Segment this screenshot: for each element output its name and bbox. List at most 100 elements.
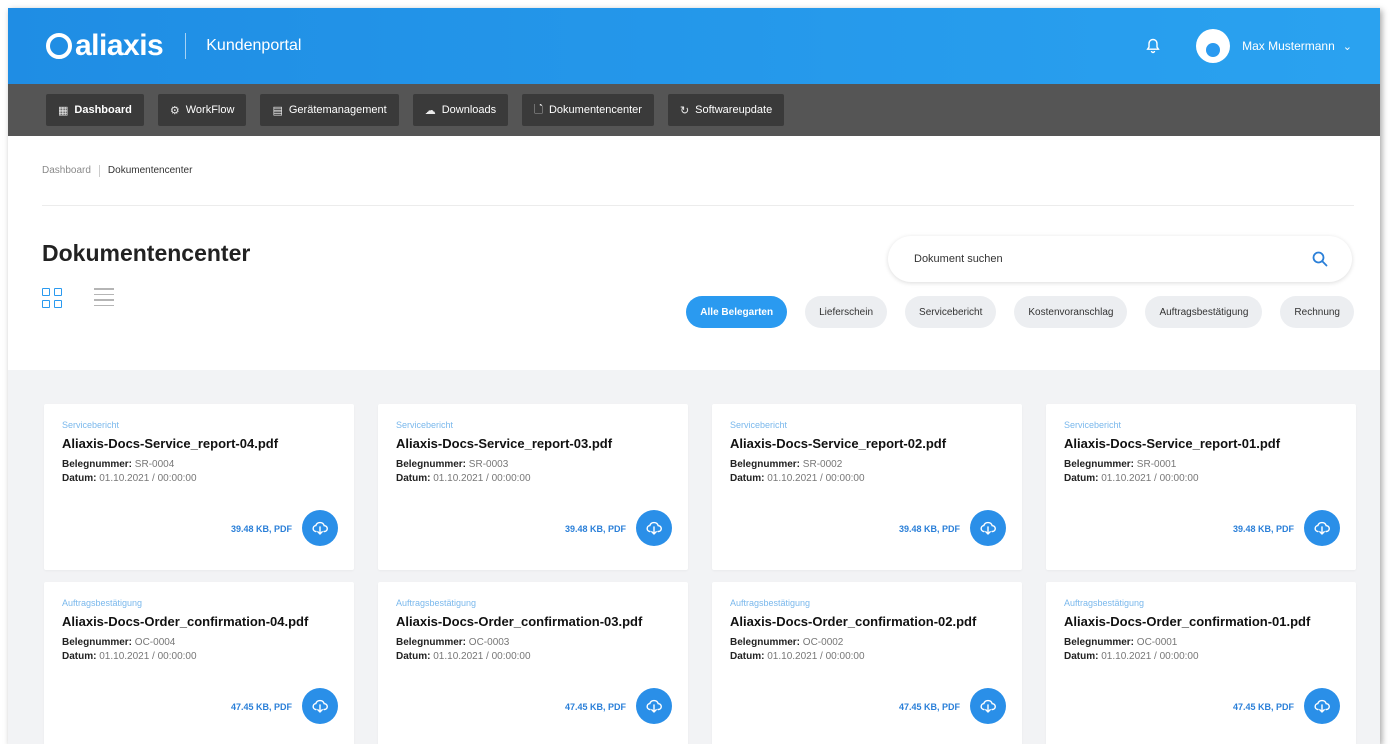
- document-date: 01.10.2021 / 00:00:00: [1101, 473, 1199, 484]
- document-card[interactable]: Servicebericht Aliaxis-Docs-Service_repo…: [44, 404, 354, 570]
- nav-item-label: Downloads: [441, 104, 497, 116]
- device-icon: ▤: [272, 104, 283, 117]
- document-number: OC-0003: [468, 637, 510, 648]
- document-date: 01.10.2021 / 00:00:00: [99, 651, 197, 662]
- document-title[interactable]: Aliaxis-Docs-Order_confirmation-04.pdf: [62, 614, 338, 629]
- document-title[interactable]: Aliaxis-Docs-Order_confirmation-01.pdf: [1064, 614, 1340, 629]
- document-card[interactable]: Auftragsbestätigung Aliaxis-Docs-Order_c…: [712, 582, 1022, 744]
- user-name[interactable]: Max Mustermann: [1242, 39, 1335, 53]
- document-number: SR-0004: [134, 459, 175, 470]
- nav-item-workflow[interactable]: ⚙ WorkFlow: [157, 94, 247, 126]
- document-date-label: Datum:: [730, 651, 765, 662]
- document-number-label: Belegnummer:: [62, 637, 133, 648]
- filter-chip-rechnung[interactable]: Rechnung: [1280, 296, 1354, 328]
- search-input[interactable]: [914, 253, 1310, 265]
- nav-item-dokumentencenter[interactable]: 🗋 Dokumentencenter: [522, 94, 654, 126]
- document-date-label: Datum:: [1064, 473, 1099, 484]
- document-size: 39.48 KB, PDF: [1232, 524, 1294, 534]
- document-number-row: Belegnummer: SR-0002: [730, 459, 1006, 470]
- chevron-down-icon[interactable]: ⌄: [1343, 40, 1352, 53]
- breadcrumb-dashboard-link[interactable]: Dashboard: [42, 165, 91, 176]
- nav-item-label: Gerätemanagement: [288, 104, 387, 116]
- document-number-label: Belegnummer:: [62, 459, 133, 470]
- document-card[interactable]: Auftragsbestätigung Aliaxis-Docs-Order_c…: [378, 582, 688, 744]
- refresh-icon: ↻: [679, 104, 690, 117]
- document-number: OC-0004: [134, 637, 176, 648]
- filter-chip-auftragsbestaetigung[interactable]: Auftragsbestätigung: [1145, 296, 1263, 328]
- download-button[interactable]: [970, 510, 1006, 546]
- document-type: Auftragsbestätigung: [1064, 598, 1145, 608]
- document-date: 01.10.2021 / 00:00:00: [433, 651, 531, 662]
- nav-item-label: Dashboard: [74, 104, 132, 116]
- document-card[interactable]: Servicebericht Aliaxis-Docs-Service_repo…: [712, 404, 1022, 570]
- search-icon[interactable]: [1310, 249, 1330, 269]
- document-date-row: Datum: 01.10.2021 / 00:00:00: [62, 473, 338, 484]
- filter-chip-kostenvoranschlag[interactable]: Kostenvoranschlag: [1014, 296, 1128, 328]
- document-title[interactable]: Aliaxis-Docs-Service_report-04.pdf: [62, 436, 338, 451]
- notification-bell-icon[interactable]: [1144, 37, 1162, 55]
- document-card[interactable]: Servicebericht Aliaxis-Docs-Service_repo…: [1046, 404, 1356, 570]
- document-number-label: Belegnummer:: [396, 637, 467, 648]
- document-size: 47.45 KB, PDF: [1232, 702, 1294, 712]
- document-type: Servicebericht: [730, 420, 788, 430]
- document-card[interactable]: Servicebericht Aliaxis-Docs-Service_repo…: [378, 404, 688, 570]
- document-type-filters: Alle Belegarten Lieferschein Serviceberi…: [668, 296, 1354, 328]
- main-nav: ▦ Dashboard ⚙ WorkFlow ▤ Gerätemanagemen…: [8, 84, 1380, 136]
- aliaxis-logo[interactable]: aliaxis: [46, 29, 164, 63]
- cloud-download-icon: [1314, 521, 1330, 535]
- grid-view-icon[interactable]: [42, 288, 62, 308]
- document-title[interactable]: Aliaxis-Docs-Service_report-01.pdf: [1064, 436, 1340, 451]
- document-date-row: Datum: 01.10.2021 / 00:00:00: [396, 651, 672, 662]
- document-number-row: Belegnummer: OC-0002: [730, 637, 1006, 648]
- breadcrumb-divider: [98, 164, 100, 177]
- download-button[interactable]: [636, 510, 672, 546]
- filter-chip-servicebericht[interactable]: Servicebericht: [905, 296, 997, 328]
- document-title[interactable]: Aliaxis-Docs-Order_confirmation-03.pdf: [396, 614, 672, 629]
- document-number-label: Belegnummer:: [730, 459, 801, 470]
- nav-item-softwareupdate[interactable]: ↻ Softwareupdate: [667, 94, 785, 126]
- documents-area: Servicebericht Aliaxis-Docs-Service_repo…: [8, 370, 1380, 744]
- cloud-download-icon: [980, 521, 996, 535]
- document-date-row: Datum: 01.10.2021 / 00:00:00: [730, 651, 1006, 662]
- document-title[interactable]: Aliaxis-Docs-Service_report-02.pdf: [730, 436, 1006, 451]
- cloud-download-icon: [1314, 699, 1330, 713]
- download-button[interactable]: [302, 688, 338, 724]
- document-size: 47.45 KB, PDF: [230, 702, 292, 712]
- filter-chip-alle-belegarten[interactable]: Alle Belegarten: [686, 296, 788, 328]
- nav-item-geraetemanagement[interactable]: ▤ Gerätemanagement: [260, 94, 399, 126]
- document-search: [888, 236, 1352, 282]
- document-grid: Servicebericht Aliaxis-Docs-Service_repo…: [44, 404, 1356, 744]
- document-card[interactable]: Auftragsbestätigung Aliaxis-Docs-Order_c…: [1046, 582, 1356, 744]
- download-button[interactable]: [1304, 510, 1340, 546]
- document-date-label: Datum:: [62, 651, 97, 662]
- document-type: Auftragsbestätigung: [62, 598, 143, 608]
- filter-chip-lieferschein[interactable]: Lieferschein: [805, 296, 888, 328]
- download-button[interactable]: [1304, 688, 1340, 724]
- list-view-icon[interactable]: [94, 288, 114, 308]
- document-number: SR-0003: [468, 459, 509, 470]
- portal-name: Kundenportal: [206, 37, 302, 54]
- document-title[interactable]: Aliaxis-Docs-Service_report-03.pdf: [396, 436, 672, 451]
- document-size: 39.48 KB, PDF: [564, 524, 626, 534]
- nav-item-downloads[interactable]: ☁ Downloads: [412, 94, 509, 126]
- top-header: aliaxis Kundenportal Max Mustermann ⌄: [8, 8, 1380, 84]
- document-date-label: Datum:: [396, 651, 431, 662]
- document-number-row: Belegnummer: SR-0001: [1064, 459, 1340, 470]
- document-title[interactable]: Aliaxis-Docs-Order_confirmation-02.pdf: [730, 614, 1006, 629]
- document-number-row: Belegnummer: OC-0004: [62, 637, 338, 648]
- download-button[interactable]: [302, 510, 338, 546]
- download-button[interactable]: [970, 688, 1006, 724]
- nav-item-label: Softwareupdate: [695, 104, 773, 116]
- nav-item-dashboard[interactable]: ▦ Dashboard: [46, 94, 144, 126]
- document-size: 47.45 KB, PDF: [898, 702, 960, 712]
- logo-text: aliaxis: [75, 29, 164, 62]
- document-number: OC-0002: [802, 637, 844, 648]
- logo-divider: [185, 33, 187, 59]
- avatar[interactable]: [1196, 29, 1231, 63]
- document-number: OC-0001: [1136, 637, 1178, 648]
- nav-item-label: WorkFlow: [185, 104, 235, 116]
- document-size: 39.48 KB, PDF: [898, 524, 960, 534]
- download-button[interactable]: [636, 688, 672, 724]
- document-card[interactable]: Auftragsbestätigung Aliaxis-Docs-Order_c…: [44, 582, 354, 744]
- document-number: SR-0001: [1136, 459, 1177, 470]
